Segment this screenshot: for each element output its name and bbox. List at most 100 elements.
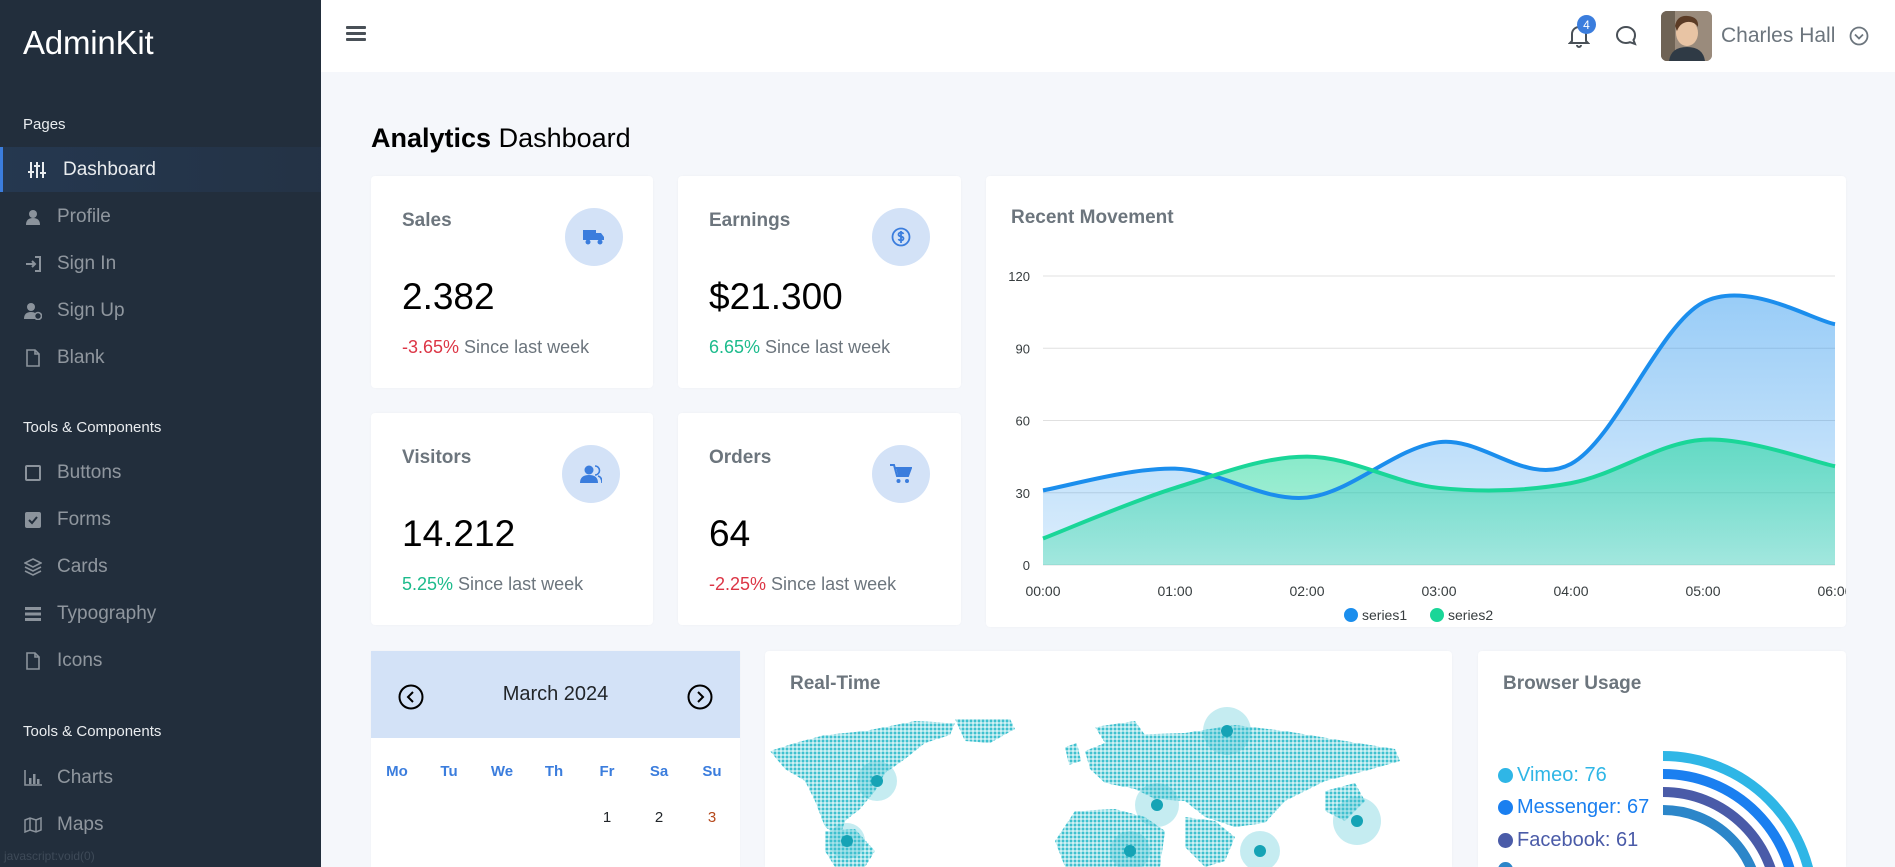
sidebar-item-label: Typography (57, 602, 157, 624)
stat-since: Since last week (760, 337, 891, 357)
x-tick-label: 06:00 (1817, 583, 1846, 599)
legend-label-series2: series2 (1448, 607, 1493, 623)
x-tick-label: 03:00 (1421, 583, 1456, 599)
browser-usage-card: Browser Usage Vimeo: 76 Messenger: 67 Fa… (1478, 651, 1846, 867)
recent-movement-card: Recent Movement 0 30 60 90 120 00:00 01:00 02:0… (986, 176, 1846, 627)
users-icon (562, 445, 620, 503)
page-title: Analytics Dashboard (371, 123, 631, 154)
legend-marker-series2 (1430, 608, 1444, 622)
user-plus-icon (23, 301, 43, 321)
brand-logo[interactable]: AdminKit (23, 24, 154, 62)
stat-title: Orders (709, 447, 772, 468)
stat-since: Since last week (453, 574, 584, 594)
bar-chart-icon (23, 768, 43, 788)
legend-label: Facebook: 61 (1517, 829, 1639, 851)
align-justify-icon (23, 604, 43, 624)
legend-dot (1498, 862, 1513, 867)
square-icon (23, 463, 43, 483)
log-in-icon (23, 254, 43, 274)
stat-title: Sales (402, 210, 452, 231)
x-tick-label: 01:00 (1157, 583, 1192, 599)
status-bar-url: javascript:void(0) (4, 849, 95, 863)
sidebar-item-profile[interactable]: Profile (0, 194, 321, 239)
calendar-weekday: Fr (599, 763, 615, 780)
legend-dot (1498, 800, 1513, 815)
sidebar: AdminKit Pages Dashboard Profile Sign In… (0, 0, 321, 867)
legend-item-facebook[interactable]: Facebook: 61 (1498, 829, 1638, 852)
legend-item-vimeo[interactable]: Vimeo: 76 (1498, 764, 1607, 787)
sidebar-item-forms[interactable]: Forms (0, 497, 321, 542)
map-icon (23, 815, 43, 835)
y-tick-label: 120 (1008, 269, 1030, 284)
avatar[interactable] (1661, 11, 1712, 61)
stat-footer: -2.25% Since last week (709, 574, 896, 595)
sidebar-item-dashboard[interactable]: Dashboard (0, 147, 321, 192)
message-circle-icon[interactable] (1615, 25, 1637, 47)
legend-item-partial (1498, 862, 1517, 867)
user-icon (23, 207, 43, 227)
sidebar-item-typography[interactable]: Typography (0, 591, 321, 636)
chevron-down-circle-icon[interactable] (1849, 26, 1869, 46)
sidebar-item-icons[interactable]: Icons (0, 638, 321, 683)
x-tick-label: 04:00 (1553, 583, 1588, 599)
realtime-card: Real-Time (765, 651, 1452, 867)
stat-footer: 5.25% Since last week (402, 574, 583, 595)
menu-toggle-icon[interactable] (346, 26, 366, 44)
sidebar-item-label: Blank (57, 346, 105, 368)
calendar-day[interactable]: 2 (633, 809, 685, 826)
dollar-sign-icon (872, 208, 930, 266)
sidebar-item-label: Buttons (57, 461, 122, 483)
stat-title: Visitors (402, 447, 472, 468)
sales-card: Sales 2.382 -3.65% Since last week (371, 176, 653, 388)
stat-footer: -3.65% Since last week (402, 337, 589, 358)
visitors-card: Visitors 14.212 5.25% Since last week (371, 413, 653, 625)
sidebar-item-label: Charts (57, 766, 113, 788)
legend-item-messenger[interactable]: Messenger: 67 (1498, 796, 1649, 819)
sidebar-item-charts[interactable]: Charts (0, 755, 321, 800)
user-menu-name[interactable]: Charles Hall (1721, 24, 1835, 48)
y-tick-label: 90 (1016, 341, 1030, 356)
stat-change: 5.25% (402, 574, 454, 594)
calendar-weekday: We (490, 763, 514, 780)
page-title-rest: Dashboard (491, 123, 631, 153)
check-square-icon (23, 510, 43, 530)
chevron-right-circle-icon[interactable] (687, 684, 713, 710)
sidebar-item-label: Sign Up (57, 299, 125, 321)
sidebar-item-label: Dashboard (63, 158, 156, 180)
y-tick-label: 0 (1023, 558, 1030, 573)
calendar-weekday: Su (702, 763, 722, 780)
legend-marker-series1 (1344, 608, 1358, 622)
sidebar-item-label: Sign In (57, 252, 117, 274)
x-tick-label: 02:00 (1289, 583, 1324, 599)
sliders-icon (27, 160, 47, 180)
sidebar-item-buttons[interactable]: Buttons (0, 450, 321, 495)
recent-movement-chart[interactable]: 0 30 60 90 120 00:00 01:00 02:00 03:00 04:00 05:00… (986, 176, 1846, 627)
sidebar-item-blank[interactable]: Blank (0, 335, 321, 380)
stat-value: 64 (709, 513, 751, 554)
stat-value: 2.382 (402, 276, 495, 317)
orders-card: Orders 64 -2.25% Since last week (678, 413, 961, 625)
truck-icon (565, 208, 623, 266)
stat-value: 14.212 (402, 513, 516, 554)
calendar-day[interactable]: 3 (686, 809, 738, 826)
file-icon (23, 651, 43, 671)
file-icon (23, 348, 43, 368)
shopping-cart-icon (872, 445, 930, 503)
sidebar-item-maps[interactable]: Maps (0, 802, 321, 847)
calendar-header: March 2024 (371, 651, 740, 738)
stat-change: 6.65% (709, 337, 761, 357)
sidebar-item-sign-in[interactable]: Sign In (0, 241, 321, 286)
world-map[interactable] (765, 651, 1452, 867)
sidebar-header-tools-2: Tools & Components (23, 723, 162, 740)
sidebar-item-sign-up[interactable]: Sign Up (0, 288, 321, 333)
page-title-bold: Analytics (371, 123, 492, 153)
legend-dot (1498, 833, 1513, 848)
calendar-weekday: Sa (649, 763, 669, 780)
stat-footer: 6.65% Since last week (709, 337, 890, 358)
legend-label: Messenger: 67 (1517, 796, 1650, 818)
calendar-day[interactable]: 1 (581, 809, 633, 826)
calendar-month: March 2024 (502, 683, 609, 705)
stat-since: Since last week (459, 337, 590, 357)
earnings-card: Earnings $21.300 6.65% Since last week (678, 176, 961, 388)
sidebar-item-cards[interactable]: Cards (0, 544, 321, 589)
